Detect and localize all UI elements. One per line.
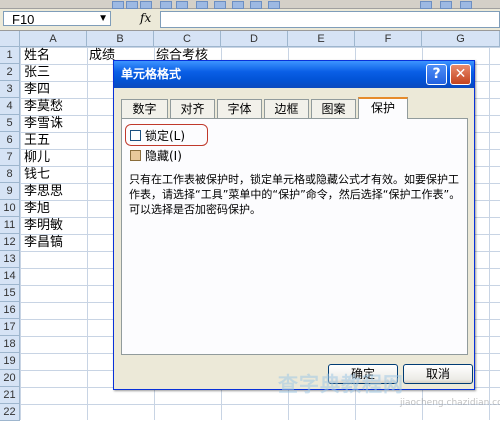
toolbar-button[interactable] — [176, 1, 188, 9]
row-header[interactable]: 4 — [0, 98, 20, 115]
watermark-logo: 查字典教程网 — [278, 372, 404, 396]
toolbar — [0, 0, 500, 9]
row-header[interactable]: 22 — [0, 404, 20, 421]
row-header[interactable]: 16 — [0, 302, 20, 319]
toolbar-button[interactable] — [420, 1, 432, 9]
help-button[interactable]: ? — [426, 64, 447, 85]
select-all-corner[interactable] — [0, 31, 20, 47]
column-header[interactable]: F — [355, 31, 422, 47]
toolbar-button[interactable] — [112, 1, 124, 9]
tab-patterns[interactable]: 图案 — [311, 99, 356, 118]
row-header[interactable]: 13 — [0, 251, 20, 268]
watermark-url: jiaocheng.chazidian.com — [400, 398, 500, 408]
row-header[interactable]: 21 — [0, 387, 20, 404]
name-box-value: F10 — [12, 12, 35, 27]
cell-name[interactable]: 柳儿 — [24, 149, 50, 166]
toolbar-button[interactable] — [232, 1, 244, 9]
toolbar-button[interactable] — [460, 1, 472, 9]
column-header[interactable]: A — [20, 31, 87, 47]
locked-label[interactable]: 锁定(L) — [145, 129, 185, 143]
cell-name[interactable]: 王五 — [24, 132, 50, 149]
hidden-checkbox[interactable] — [130, 150, 141, 161]
column-header[interactable]: E — [288, 31, 355, 47]
cell-name[interactable]: 李明敏 — [24, 217, 63, 234]
hidden-label[interactable]: 隐藏(I) — [145, 149, 182, 163]
cancel-button[interactable]: 取消 — [403, 364, 473, 384]
toolbar-button[interactable] — [196, 1, 208, 9]
row-header[interactable]: 7 — [0, 149, 20, 166]
row-header[interactable]: 5 — [0, 115, 20, 132]
close-button[interactable]: ✕ — [450, 64, 471, 85]
row-header[interactable]: 3 — [0, 81, 20, 98]
toolbar-button[interactable] — [250, 1, 262, 9]
toolbar-button[interactable] — [160, 1, 172, 9]
cell-name[interactable]: 李思思 — [24, 183, 63, 200]
row-header[interactable]: 1 — [0, 47, 20, 64]
cell-name[interactable]: 李雪诛 — [24, 115, 63, 132]
toolbar-button[interactable] — [440, 1, 452, 9]
column-header[interactable]: B — [87, 31, 154, 47]
toolbar-button[interactable] — [140, 1, 152, 9]
formula-bar: F10 ▼ fx — [0, 9, 500, 31]
fx-icon[interactable]: fx — [140, 11, 154, 26]
row-header[interactable]: 9 — [0, 183, 20, 200]
cell-name[interactable]: 李四 — [24, 81, 50, 98]
row-header[interactable]: 19 — [0, 353, 20, 370]
dialog-title: 单元格格式 — [114, 61, 474, 88]
tab-border[interactable]: 边框 — [264, 99, 309, 118]
row-header[interactable]: 12 — [0, 234, 20, 251]
cell-name[interactable]: 李昌镐 — [24, 234, 63, 251]
row-header[interactable]: 17 — [0, 319, 20, 336]
tab-alignment[interactable]: 对齐 — [170, 99, 215, 118]
tab-font[interactable]: 字体 — [217, 99, 262, 118]
cell-b1[interactable]: 成绩 — [89, 47, 115, 64]
row-header[interactable]: 20 — [0, 370, 20, 387]
cell-name[interactable]: 张三 — [24, 64, 50, 81]
formula-input[interactable] — [160, 11, 500, 28]
column-header[interactable]: G — [422, 31, 500, 47]
toolbar-button[interactable] — [126, 1, 138, 9]
protection-description: 只有在工作表被保护时，锁定单元格或隐藏公式才有效。如要保护工作表，请选择“工具”… — [129, 173, 461, 216]
tab-number[interactable]: 数字 — [121, 99, 168, 118]
row-header[interactable]: 8 — [0, 166, 20, 183]
toolbar-button[interactable] — [214, 1, 226, 9]
row-header[interactable]: 10 — [0, 200, 20, 217]
format-cells-dialog: 单元格格式 ? ✕ 数字 对齐 字体 边框 图案 保护 锁定(L) 隐藏(I) … — [113, 60, 475, 390]
tab-protection[interactable]: 保护 — [358, 97, 408, 119]
cell-a1[interactable]: 姓名 — [24, 47, 50, 64]
cell-name[interactable]: 李莫愁 — [24, 98, 63, 115]
locked-checkbox[interactable] — [130, 130, 141, 141]
row-header[interactable]: 11 — [0, 217, 20, 234]
protection-panel: 锁定(L) 隐藏(I) 只有在工作表被保护时，锁定单元格或隐藏公式才有效。如要保… — [121, 118, 468, 355]
chevron-down-icon[interactable]: ▼ — [98, 11, 108, 26]
name-box[interactable]: F10 ▼ — [3, 11, 111, 27]
column-header[interactable]: C — [154, 31, 221, 47]
column-header[interactable]: D — [221, 31, 288, 47]
row-header[interactable]: 18 — [0, 336, 20, 353]
cell-name[interactable]: 钱七 — [24, 166, 50, 183]
row-header[interactable]: 14 — [0, 268, 20, 285]
row-header[interactable]: 15 — [0, 285, 20, 302]
cell-name[interactable]: 李旭 — [24, 200, 50, 217]
row-header[interactable]: 6 — [0, 132, 20, 149]
row-header[interactable]: 2 — [0, 64, 20, 81]
toolbar-button[interactable] — [268, 1, 280, 9]
